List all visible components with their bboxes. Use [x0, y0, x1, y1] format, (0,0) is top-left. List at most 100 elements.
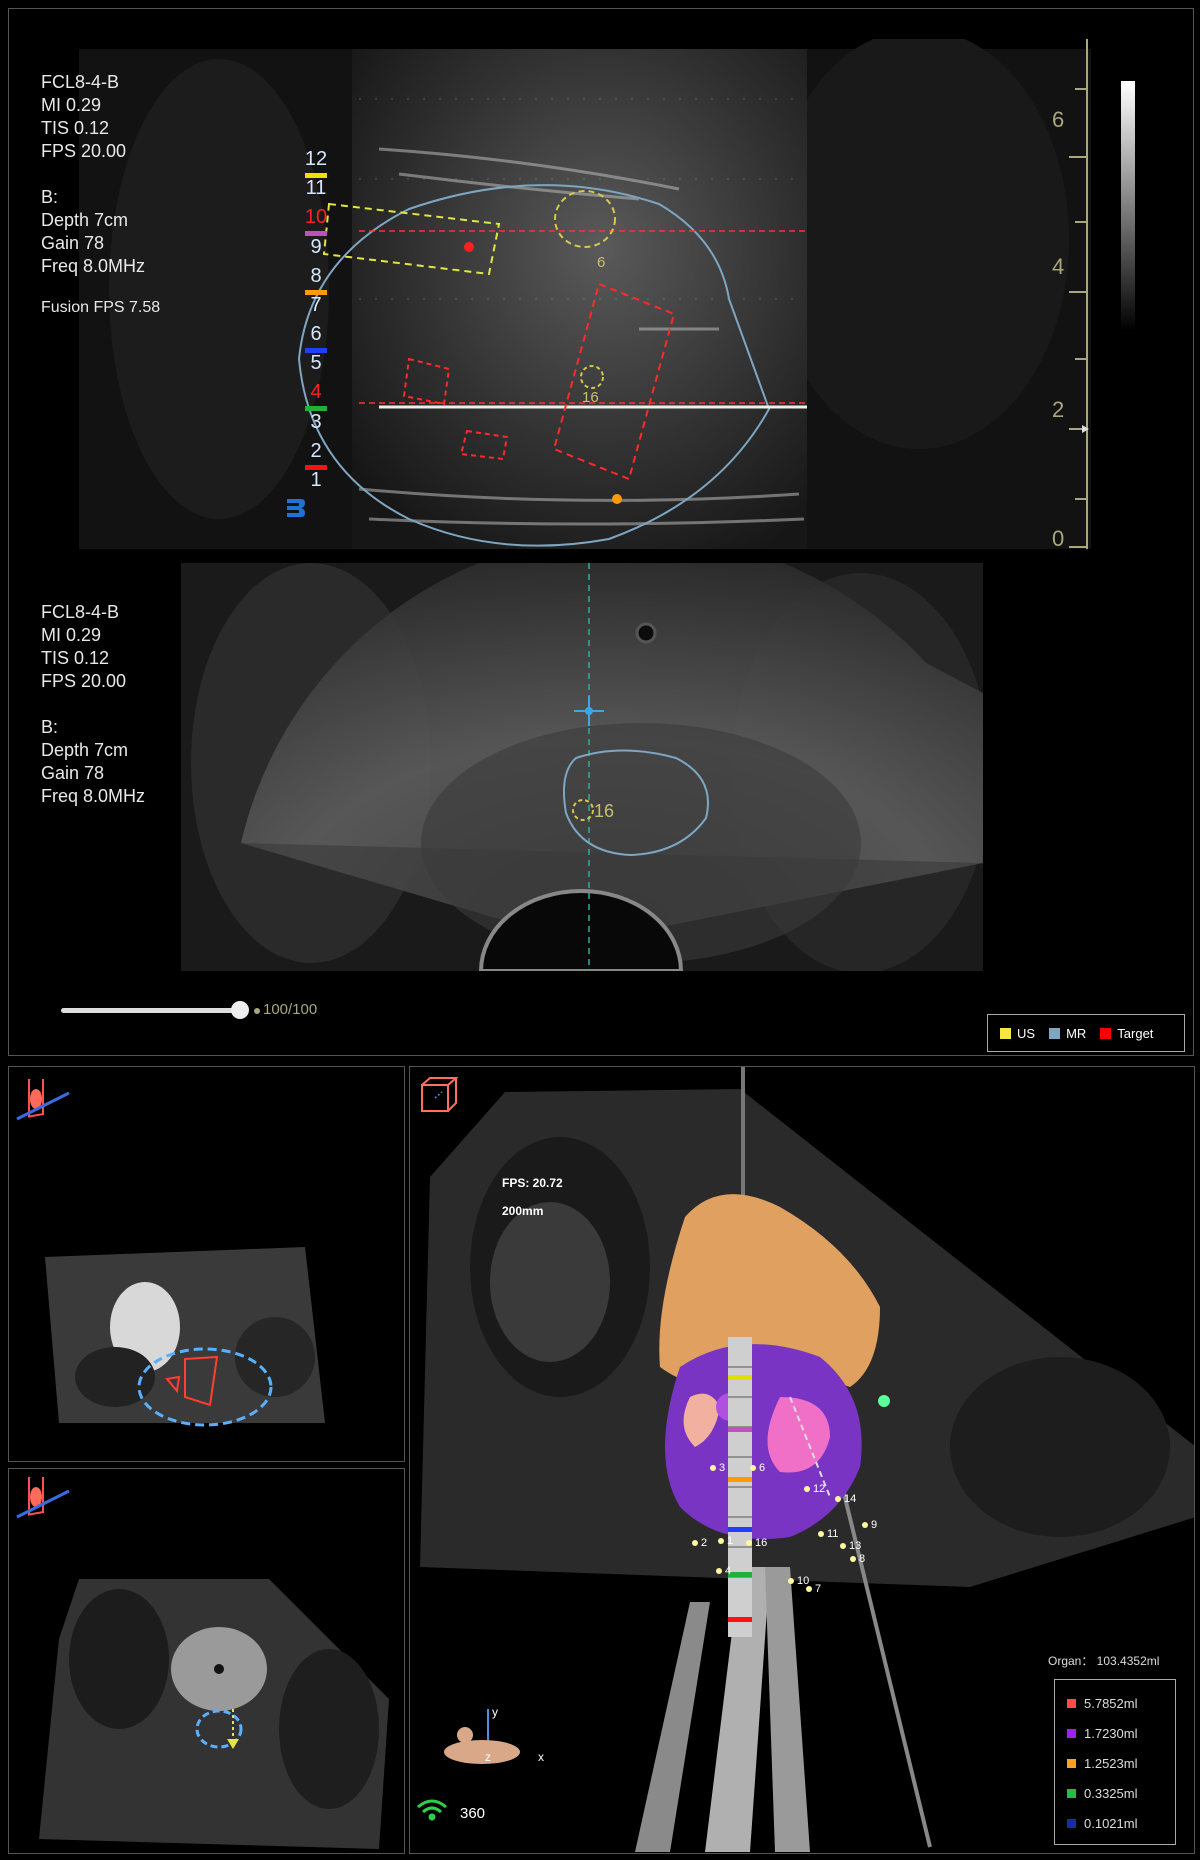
- top-probe-info: FCL8-4-B MI 0.29 TIS 0.12 FPS 20.00 B: D…: [41, 71, 145, 278]
- slice-orientation-icon[interactable]: [15, 1079, 71, 1127]
- needle-point[interactable]: 11: [818, 1528, 838, 1540]
- needle-point[interactable]: 9: [862, 1519, 877, 1531]
- needle-position-label[interactable]: 8: [301, 265, 331, 288]
- point-label: 7: [815, 1583, 822, 1595]
- info-line: TIS 0.12: [41, 118, 110, 138]
- info-line: B:: [41, 187, 59, 207]
- transverse-target-label: 16: [594, 801, 615, 821]
- axis-x-label: x: [538, 1750, 544, 1764]
- info-line: Gain 78: [41, 763, 105, 783]
- needle-point[interactable]: 12: [804, 1483, 825, 1495]
- point-dot-icon: [750, 1465, 756, 1471]
- point-dot-icon: [804, 1486, 810, 1492]
- point-dot-icon: [862, 1522, 868, 1528]
- target-swatch: [1100, 1027, 1112, 1039]
- point-dot-icon: [710, 1465, 716, 1471]
- volume-row[interactable]: 0.1021ml: [1067, 1808, 1163, 1838]
- needle-point[interactable]: 16: [746, 1537, 767, 1549]
- info-line: MI 0.29: [41, 95, 102, 115]
- legend-us-label: US: [1017, 1025, 1036, 1041]
- depth-label-2: 2: [1052, 397, 1065, 422]
- info-line: Gain 78: [41, 233, 105, 253]
- point-dot-icon: [718, 1538, 724, 1544]
- legend-us[interactable]: US: [1000, 1026, 1035, 1041]
- point-label: 9: [871, 1519, 878, 1531]
- legend-mr-label: MR: [1066, 1025, 1087, 1041]
- point-label: 2: [701, 1537, 708, 1549]
- volume-value: 5.7852ml: [1084, 1695, 1138, 1711]
- needle-position-label[interactable]: 10: [301, 206, 331, 229]
- point-dot-icon: [716, 1568, 722, 1574]
- point-dot-icon: [835, 1496, 841, 1502]
- needle-position-column: 12 11 10 9 8 7 6 5 4 3 2 1: [301, 148, 331, 504]
- volume-swatch: [1067, 1788, 1076, 1798]
- needle-position-label[interactable]: 6: [301, 323, 331, 346]
- info-line: Depth 7cm: [41, 210, 129, 230]
- needle-point[interactable]: 2: [692, 1537, 707, 1549]
- fusion-fps: Fusion FPS 7.58: [41, 299, 161, 316]
- info-line: FCL8-4-B: [41, 72, 120, 92]
- middle-probe-info: FCL8-4-B MI 0.29 TIS 0.12 FPS 20.00 B: D…: [41, 601, 145, 808]
- info-line: FCL8-4-B: [41, 602, 120, 622]
- slider-track[interactable]: [61, 1008, 241, 1013]
- point-label: 14: [844, 1493, 857, 1505]
- rotation-label: 360: [460, 1805, 486, 1822]
- info-line: TIS 0.12: [41, 648, 110, 668]
- needle-position-label[interactable]: 1: [301, 469, 331, 492]
- wifi-icon: [417, 1799, 447, 1821]
- info-line: [41, 693, 145, 716]
- needle-position-label[interactable]: 4: [301, 381, 331, 404]
- volume-value: 0.3325ml: [1084, 1785, 1138, 1801]
- needle-point[interactable]: 8: [850, 1553, 865, 1565]
- ultrasound-fusion-panel: 6 4 2 0 6 16 FCL8-4-B MI 0.29 TIS 0.12 F…: [8, 8, 1194, 1056]
- transverse-ultrasound-view[interactable]: [181, 563, 983, 971]
- volume-legend: 5.7852ml 1.7230ml 1.2523ml 0.3325ml 0.1021ml: [1054, 1679, 1176, 1845]
- needle-position-label[interactable]: 2: [301, 440, 331, 463]
- info-line: [41, 163, 145, 186]
- needle-position-label[interactable]: 9: [301, 236, 331, 259]
- point-dot-icon: [788, 1578, 794, 1584]
- volume-swatch: [1067, 1728, 1076, 1738]
- us-swatch: [1000, 1027, 1011, 1039]
- info-line: Freq 8.0MHz: [41, 256, 146, 276]
- point-label: 11: [827, 1528, 839, 1540]
- sagittal-ultrasound-view[interactable]: [79, 39, 1091, 549]
- coronal-mr-panel[interactable]: [8, 1468, 405, 1854]
- needle-point[interactable]: 7: [806, 1583, 821, 1595]
- needle-point[interactable]: 3: [710, 1462, 725, 1474]
- needle-position-label[interactable]: 12: [301, 148, 331, 171]
- info-line: Freq 8.0MHz: [41, 786, 146, 806]
- info-line: B:: [41, 717, 59, 737]
- needle-point[interactable]: 1: [718, 1535, 733, 1547]
- info-line: Depth 7cm: [41, 740, 129, 760]
- volume-row[interactable]: 1.7230ml: [1067, 1718, 1163, 1748]
- coronal-mr-image: [39, 1579, 389, 1849]
- legend-target[interactable]: Target: [1100, 1026, 1153, 1041]
- point-label: 16: [755, 1537, 768, 1549]
- depth-label-4: 4: [1052, 254, 1065, 279]
- needle-point[interactable]: 13: [840, 1540, 861, 1552]
- organ-volume: Organ： 103.4352ml: [1048, 1654, 1160, 1668]
- needle-position-label[interactable]: 11: [301, 177, 331, 200]
- needle-point[interactable]: 4: [716, 1565, 731, 1577]
- needle-point[interactable]: 6: [750, 1462, 765, 1474]
- depth-label-6: 6: [1052, 107, 1065, 132]
- opacity-slider[interactable]: [61, 1000, 249, 1020]
- point-dot-icon: [746, 1540, 752, 1546]
- volume-row[interactable]: 0.3325ml: [1067, 1778, 1163, 1808]
- volume-row[interactable]: 1.2523ml: [1067, 1748, 1163, 1778]
- depth-label-0: 0: [1052, 526, 1065, 551]
- slider-value: 100/100: [263, 1001, 318, 1018]
- needle-position-label[interactable]: 7: [301, 294, 331, 317]
- needle-position-label[interactable]: 5: [301, 352, 331, 375]
- 3d-view-panel[interactable]: FPS: 20.72 200mm 3 6 12 14 9 11 13 8 10 7 4 1 16 2 y …: [409, 1066, 1195, 1854]
- slice-orientation-icon[interactable]: [15, 1477, 71, 1525]
- volume-row[interactable]: 5.7852ml: [1067, 1688, 1163, 1718]
- needle-point[interactable]: 14: [835, 1493, 856, 1505]
- legend-mr[interactable]: MR: [1049, 1026, 1086, 1041]
- overlay-legend: US MR Target: [987, 1014, 1185, 1052]
- axial-mr-panel[interactable]: [8, 1066, 405, 1462]
- slider-handle[interactable]: [231, 1001, 249, 1019]
- needle-position-label[interactable]: 3: [301, 411, 331, 434]
- axis-z-label: z: [485, 1750, 491, 1764]
